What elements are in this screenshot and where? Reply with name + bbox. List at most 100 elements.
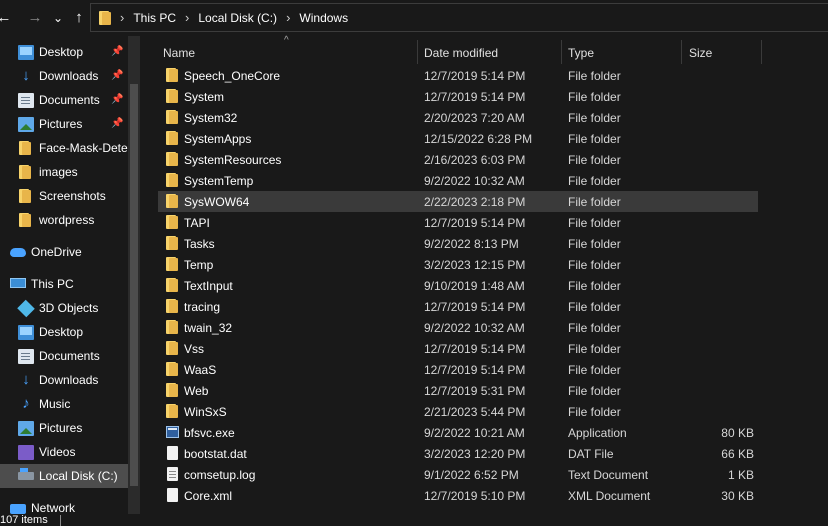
file-size: 66 KB [721, 447, 754, 461]
folder-icon [165, 404, 181, 419]
file-row[interactable]: SystemResources 2/16/2023 6:03 PM File fol… [158, 149, 758, 170]
file-name: Vss [184, 342, 205, 356]
file-row[interactable]: TextInput 9/10/2019 1:48 AM File folder [158, 275, 758, 296]
file-name: Speech_OneCore [184, 69, 281, 83]
file-row[interactable]: comsetup.log 9/1/2022 6:52 PM Text Documen… [158, 464, 758, 485]
file-name: WinSxS [184, 405, 227, 419]
breadcrumb-windows[interactable]: Windows [299, 11, 348, 25]
file-row[interactable]: twain_32 9/2/2022 10:32 AM File folder [158, 317, 758, 338]
folder-icon [165, 257, 181, 272]
onedrive-cloud-icon [10, 248, 26, 257]
column-divider[interactable] [417, 40, 418, 64]
sidebar-item-wordpress[interactable]: wordpress [0, 208, 128, 232]
folder-icon [165, 173, 181, 188]
address-toolbar: ← → ⌄ ↑ › This PC › Local Disk (C:) › Wi… [0, 0, 828, 36]
forward-arrow-icon[interactable]: → [26, 8, 44, 28]
breadcrumb-local-disk[interactable]: Local Disk (C:) [198, 11, 277, 25]
sidebar-item-images[interactable]: images [0, 160, 128, 184]
folder-icon [165, 278, 181, 293]
file-row[interactable]: TAPI 12/7/2019 5:14 PM File folder [158, 212, 758, 233]
column-divider[interactable] [681, 40, 682, 64]
sidebar-item-label: Pictures [39, 117, 83, 131]
sidebar-scrollbar-thumb[interactable] [130, 84, 138, 486]
file-row[interactable]: bootstat.dat 3/2/2023 12:20 PM DAT File 66 … [158, 443, 758, 464]
download-icon: ↓ [22, 67, 30, 84]
file-size: 80 KB [721, 426, 754, 440]
file-row[interactable]: WinSxS 2/21/2023 5:44 PM File folder [158, 401, 758, 422]
sidebar-item-network[interactable]: Network [0, 496, 128, 514]
back-arrow-icon[interactable]: ← [0, 8, 12, 28]
file-date-modified: 9/1/2022 6:52 PM [424, 468, 519, 482]
sidebar-item-downloads[interactable]: ↓ Downloads 📌 [0, 64, 128, 88]
column-header-size[interactable]: Size [689, 46, 712, 60]
folder-icon [165, 299, 181, 314]
sidebar-item-pictures[interactable]: Pictures 📌 [0, 112, 128, 136]
sidebar-item-pictures-pc[interactable]: Pictures [0, 416, 128, 440]
file-row[interactable]: Tasks 9/2/2022 8:13 PM File folder [158, 233, 758, 254]
file-size: 30 KB [721, 489, 754, 503]
file-date-modified: 12/7/2019 5:14 PM [424, 216, 526, 230]
navigation-pane: Desktop 📌 ↓ Downloads 📌 Documents 📌 Pict… [0, 36, 144, 514]
sidebar-item-face-mask-dete[interactable]: Face-Mask-Dete [0, 136, 128, 160]
file-name: Web [184, 384, 209, 398]
pin-icon: 📌 [111, 70, 124, 81]
file-date-modified: 9/2/2022 10:32 AM [424, 174, 525, 188]
sidebar-item-onedrive[interactable]: OneDrive [0, 240, 128, 264]
folder-icon [165, 110, 181, 125]
sidebar-item-documents-pc[interactable]: Documents [0, 344, 128, 368]
sidebar-item-documents[interactable]: Documents 📌 [0, 88, 128, 112]
videos-icon [18, 445, 34, 460]
recent-locations-chevron-icon[interactable]: ⌄ [51, 8, 65, 28]
file-type: File folder [568, 321, 621, 335]
pin-icon: 📌 [111, 118, 124, 129]
file-date-modified: 12/7/2019 5:14 PM [424, 300, 526, 314]
file-type: File folder [568, 300, 621, 314]
sidebar-item-videos[interactable]: Videos [0, 440, 128, 464]
breadcrumb-separator[interactable]: › [185, 10, 189, 25]
file-date-modified: 9/2/2022 8:13 PM [424, 237, 519, 251]
column-header-date-modified[interactable]: Date modified [424, 46, 498, 60]
file-row[interactable]: Web 12/7/2019 5:31 PM File folder [158, 380, 758, 401]
column-divider[interactable] [761, 40, 762, 64]
folder-icon [165, 215, 181, 230]
sidebar-item-desktop-pc[interactable]: Desktop [0, 320, 128, 344]
sidebar-item-music[interactable]: ♪ Music [0, 392, 128, 416]
file-name: twain_32 [184, 321, 233, 335]
sidebar-item-downloads-pc[interactable]: ↓ Downloads [0, 368, 128, 392]
file-date-modified: 3/2/2023 12:15 PM [424, 258, 526, 272]
file-row[interactable]: System32 2/20/2023 7:20 AM File folder [158, 107, 758, 128]
file-row[interactable]: SystemApps 12/15/2022 6:28 PM File folder [158, 128, 758, 149]
file-row[interactable]: WaaS 12/7/2019 5:14 PM File folder [158, 359, 758, 380]
file-row[interactable]: tracing 12/7/2019 5:14 PM File folder [158, 296, 758, 317]
sidebar-item-local-disk[interactable]: Local Disk (C:) [0, 464, 128, 488]
file-row[interactable]: SystemTemp 9/2/2022 10:32 AM File folder [158, 170, 758, 191]
file-date-modified: 12/15/2022 6:28 PM [424, 132, 533, 146]
sidebar-item-desktop[interactable]: Desktop 📌 [0, 40, 128, 64]
folder-icon [165, 236, 181, 251]
sidebar-item-3d-objects[interactable]: 3D Objects [0, 296, 128, 320]
breadcrumb-separator[interactable]: › [120, 10, 124, 25]
file-name: SystemTemp [184, 174, 254, 188]
address-bar[interactable]: › This PC › Local Disk (C:) › Windows [90, 3, 828, 32]
column-header-name[interactable]: Name [163, 46, 195, 60]
column-header-type[interactable]: Type [568, 46, 594, 60]
sidebar-item-screenshots[interactable]: Screenshots [0, 184, 128, 208]
file-row[interactable]: SysWOW64 2/22/2023 2:18 PM File folder [158, 191, 758, 212]
status-divider [60, 515, 61, 526]
file-type: File folder [568, 216, 621, 230]
file-row[interactable]: Vss 12/7/2019 5:14 PM File folder [158, 338, 758, 359]
sidebar-item-this-pc[interactable]: This PC [0, 272, 128, 296]
up-arrow-icon[interactable]: ↑ [70, 8, 88, 28]
sidebar-item-label: wordpress [39, 213, 95, 227]
column-divider[interactable] [561, 40, 562, 64]
file-row[interactable]: Speech_OneCore 12/7/2019 5:14 PM File fold… [158, 65, 758, 86]
file-row[interactable]: System 12/7/2019 5:14 PM File folder [158, 86, 758, 107]
sidebar-item-label: Desktop [39, 325, 84, 339]
file-row[interactable]: bfsvc.exe 9/2/2022 10:21 AM Application 80 … [158, 422, 758, 443]
file-date-modified: 12/7/2019 5:14 PM [424, 363, 526, 377]
file-row[interactable]: Temp 3/2/2023 12:15 PM File folder [158, 254, 758, 275]
breadcrumb-separator[interactable]: › [286, 10, 290, 25]
breadcrumb-this-pc[interactable]: This PC [133, 11, 176, 25]
file-type: File folder [568, 363, 621, 377]
file-row[interactable]: Core.xml 12/7/2019 5:10 PM XML Document 30 … [158, 485, 758, 506]
